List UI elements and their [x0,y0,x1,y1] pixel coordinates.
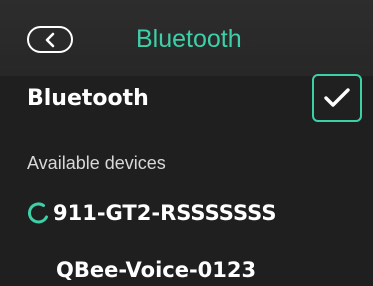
check-icon [324,88,350,107]
bluetooth-toggle-label: Bluetooth [27,86,149,111]
device-item[interactable]: 911-GT2-RSSSSSSS [27,198,276,228]
available-devices-heading: Available devices [27,153,166,173]
loading-spinner-icon [27,202,48,224]
device-name: 911-GT2-RSSSSSSS [53,201,277,225]
back-button[interactable] [27,26,73,53]
chevron-left-icon [45,32,55,47]
bluetooth-settings-screen: Bluetooth Bluetooth Available devices 91… [0,0,373,286]
device-item-name[interactable]: QBee-Voice-0123 [56,255,256,285]
bluetooth-toggle-checkbox[interactable] [312,74,362,122]
page-title: Bluetooth [136,25,242,53]
header-bar: Bluetooth [0,0,373,76]
